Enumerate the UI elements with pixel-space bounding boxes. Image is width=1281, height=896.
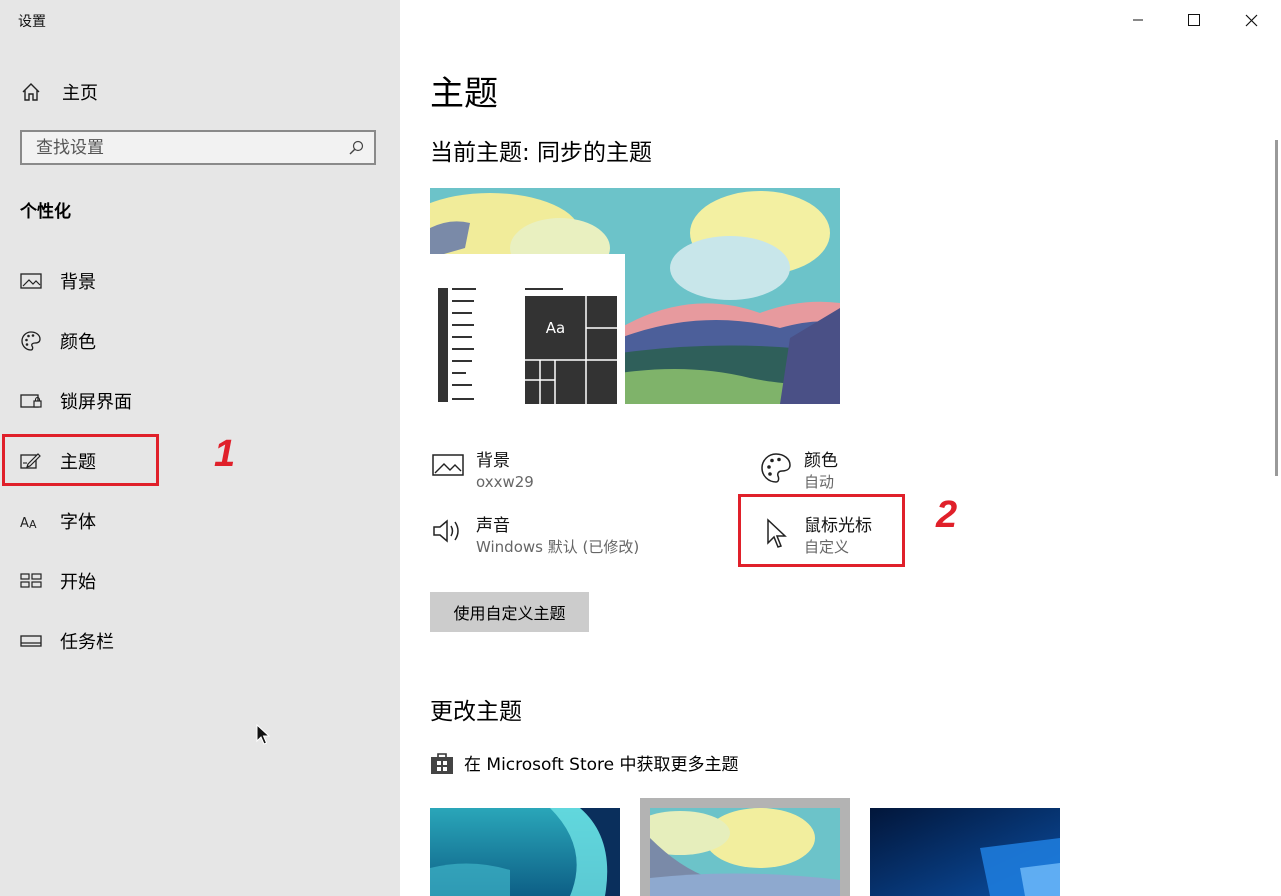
nav-home[interactable]: 主页 [20,80,98,104]
change-theme-heading: 更改主题 [430,699,522,725]
sidebar-item-background[interactable]: 背景 [20,268,96,294]
prop-sound-value: Windows 默认 (已修改) [476,538,640,556]
prop-color[interactable]: 颜色 自动 [758,450,838,492]
theme-thumbnail-synced[interactable] [650,808,840,896]
picture-icon [20,270,42,292]
annotation-box-1 [2,434,159,486]
svg-text:A: A [29,518,37,531]
scrollbar[interactable] [1275,140,1278,476]
sidebar-item-color[interactable]: 颜色 [20,328,96,354]
search-box[interactable] [20,130,376,165]
prop-color-value: 自动 [804,473,835,491]
preview-sample-text: Aa [545,319,566,337]
section-label-personalization: 个性化 [20,202,71,222]
sidebar-item-lock-screen[interactable]: 锁屏界面 [20,388,132,414]
lock-screen-icon [20,390,42,412]
use-custom-theme-button[interactable]: 使用自定义主题 [430,592,589,632]
svg-text:A: A [20,516,29,531]
sidebar-item-font[interactable]: AA 字体 [20,508,96,534]
palette-icon [20,330,42,352]
prop-background-title: 背景 [476,451,510,471]
main-content: 主题 当前主题: 同步的主题 Aa 背景 oxxw29 颜色 自动 声音 Win… [400,0,1281,896]
theme-thumbnail-image [650,808,840,896]
theme-preview: Aa [430,188,840,404]
store-icon [431,752,453,774]
theme-thumbnail-aurora[interactable] [430,808,620,896]
sidebar-item-label: 锁屏界面 [60,392,132,413]
annotation-number-2: 2 [936,494,958,536]
start-icon [20,570,42,592]
prop-color-title: 颜色 [804,451,838,471]
sidebar-item-label: 背景 [60,272,96,293]
store-link[interactable]: 在 Microsoft Store 中获取更多主题 [430,750,739,775]
picture-icon [430,450,466,488]
sidebar: 设置 主页 个性化 背景 颜色 锁屏界面 主题 [0,0,400,896]
annotation-number-1: 1 [214,433,236,475]
home-icon [22,83,40,101]
speaker-icon [430,515,466,553]
sidebar-item-taskbar[interactable]: 任务栏 [20,628,114,654]
mouse-pointer-icon [256,724,270,745]
close-icon [1245,14,1257,26]
maximize-icon [1188,14,1200,26]
close-button[interactable] [1241,10,1261,30]
search-input[interactable] [22,132,356,163]
search-icon[interactable] [348,140,364,156]
prop-background-value: oxxw29 [476,473,534,491]
sidebar-item-label: 字体 [60,512,96,533]
theme-thumbnail-windows[interactable] [870,808,1060,896]
prop-sound[interactable]: 声音 Windows 默认 (已修改) [430,515,639,557]
sidebar-item-start[interactable]: 开始 [20,568,96,594]
prop-sound-title: 声音 [476,516,510,536]
sidebar-item-label: 颜色 [60,332,96,353]
theme-thumbnail-image [870,808,1060,896]
prop-background[interactable]: 背景 oxxw29 [430,450,534,492]
sidebar-item-label: 任务栏 [60,632,114,653]
current-theme-label: 当前主题: 同步的主题 [430,140,653,166]
sidebar-item-label: 开始 [60,572,96,593]
app-title: 设置 [18,14,46,30]
minimize-icon [1133,19,1143,21]
font-icon: AA [20,510,42,532]
theme-thumbnail-image [430,808,620,896]
store-link-label: 在 Microsoft Store 中获取更多主题 [464,755,739,775]
maximize-button[interactable] [1184,10,1204,30]
page-title: 主题 [430,74,498,114]
nav-home-label: 主页 [62,83,98,104]
palette-icon [758,450,794,488]
minimize-button[interactable] [1128,10,1148,30]
taskbar-icon [20,630,42,652]
annotation-box-2 [738,494,905,567]
